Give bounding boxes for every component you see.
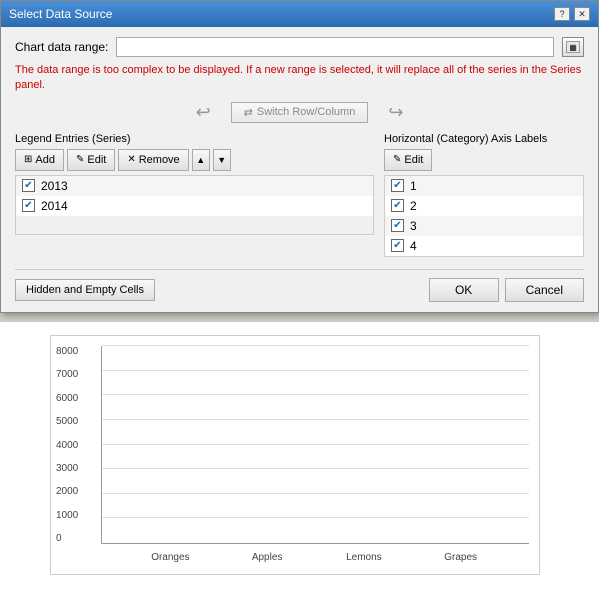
edit-icon: ✎ bbox=[76, 154, 84, 165]
series-checkbox-2014[interactable]: ✔ bbox=[22, 199, 35, 212]
axis-item-1[interactable]: ✔ 1 bbox=[385, 176, 583, 196]
y-label-2000: 2000 bbox=[56, 486, 78, 497]
series-label-2013: 2013 bbox=[41, 179, 68, 193]
edit-axis-button[interactable]: ✎ Edit bbox=[384, 149, 432, 171]
y-axis-labels: 0 1000 2000 3000 4000 5000 6000 7000 800… bbox=[56, 346, 78, 544]
axis-checkbox-2[interactable]: ✔ bbox=[391, 199, 404, 212]
x-label-lemons: Lemons bbox=[335, 552, 393, 563]
cancel-button[interactable]: Cancel bbox=[505, 278, 584, 302]
y-label-6000: 6000 bbox=[56, 393, 78, 404]
y-label-0: 0 bbox=[56, 533, 78, 544]
axis-checkbox-3[interactable]: ✔ bbox=[391, 219, 404, 232]
axis-label-2: 2 bbox=[410, 199, 417, 213]
y-label-8000: 8000 bbox=[56, 346, 78, 357]
series-area: Legend Entries (Series) ⊞ Add ✎ Edit ✕ R… bbox=[15, 133, 584, 257]
y-label-4000: 4000 bbox=[56, 440, 78, 451]
legend-panel-toolbar: ⊞ Add ✎ Edit ✕ Remove ▲ ▼ bbox=[15, 149, 374, 171]
chart-data-range-row: Chart data range: ▦ bbox=[15, 37, 584, 57]
ok-button[interactable]: OK bbox=[429, 278, 499, 302]
edit-axis-icon: ✎ bbox=[393, 154, 401, 165]
move-up-button[interactable]: ▲ bbox=[192, 149, 210, 171]
dialog-footer: Hidden and Empty Cells OK Cancel bbox=[15, 269, 584, 302]
axis-item-2[interactable]: ✔ 2 bbox=[385, 196, 583, 216]
axis-item-3[interactable]: ✔ 3 bbox=[385, 216, 583, 236]
switch-icon: ⇄ bbox=[244, 106, 253, 119]
bar-groups bbox=[102, 346, 529, 543]
select-data-source-dialog: Select Data Source ? ✕ Chart data range:… bbox=[0, 0, 599, 313]
axis-panel: Horizontal (Category) Axis Labels ✎ Edit… bbox=[384, 133, 584, 257]
add-series-button[interactable]: ⊞ Add bbox=[15, 149, 64, 171]
series-checkbox-2013[interactable]: ✔ bbox=[22, 179, 35, 192]
range-select-button[interactable]: ▦ bbox=[562, 37, 584, 57]
warning-text: The data range is too complex to be disp… bbox=[15, 63, 584, 94]
chart-data-range-input[interactable] bbox=[116, 37, 554, 57]
remove-icon: ✕ bbox=[127, 154, 135, 165]
dialog-body: Chart data range: ▦ The data range is to… bbox=[1, 27, 598, 312]
close-button[interactable]: ✕ bbox=[574, 7, 590, 21]
series-item-2014[interactable]: ✔ 2014 bbox=[16, 196, 373, 216]
arrow-left-icon: ↩ bbox=[196, 102, 211, 123]
axis-list: ✔ 1 ✔ 2 ✔ 3 ✔ 4 bbox=[384, 175, 584, 257]
x-label-grapes: Grapes bbox=[432, 552, 490, 563]
dialog-titlebar: Select Data Source ? ✕ bbox=[1, 1, 598, 27]
move-down-button[interactable]: ▼ bbox=[213, 149, 231, 171]
legend-panel-header: Legend Entries (Series) bbox=[15, 133, 374, 149]
axis-label-1: 1 bbox=[410, 179, 417, 193]
ok-cancel-buttons: OK Cancel bbox=[429, 278, 584, 302]
range-icon: ▦ bbox=[566, 41, 580, 53]
add-icon: ⊞ bbox=[24, 154, 32, 165]
series-label-2014: 2014 bbox=[41, 199, 68, 213]
axis-checkbox-1[interactable]: ✔ bbox=[391, 179, 404, 192]
x-axis-labels: Oranges Apples Lemons Grapes bbox=[102, 552, 529, 563]
y-label-3000: 3000 bbox=[56, 463, 78, 474]
edit-series-button[interactable]: ✎ Edit bbox=[67, 149, 115, 171]
axis-checkbox-4[interactable]: ✔ bbox=[391, 239, 404, 252]
chart-data-range-label: Chart data range: bbox=[15, 40, 108, 54]
help-button[interactable]: ? bbox=[554, 7, 570, 21]
switch-row: ↩ ⇄ Switch Row/Column ↪ bbox=[15, 102, 584, 123]
axis-panel-toolbar: ✎ Edit bbox=[384, 149, 584, 171]
dialog-title: Select Data Source bbox=[9, 7, 112, 21]
axis-panel-header: Horizontal (Category) Axis Labels bbox=[384, 133, 584, 149]
series-list: ✔ 2013 ✔ 2014 bbox=[15, 175, 374, 235]
x-label-oranges: Oranges bbox=[141, 552, 199, 563]
axis-item-4[interactable]: ✔ 4 bbox=[385, 236, 583, 256]
chart-area: 0 1000 2000 3000 4000 5000 6000 7000 800… bbox=[101, 346, 529, 544]
chart-container: 0 1000 2000 3000 4000 5000 6000 7000 800… bbox=[50, 335, 540, 575]
axis-label-4: 4 bbox=[410, 239, 417, 253]
arrow-right-icon: ↪ bbox=[388, 102, 403, 123]
legend-panel: Legend Entries (Series) ⊞ Add ✎ Edit ✕ R… bbox=[15, 133, 374, 257]
chart-bars-area: Oranges Apples Lemons Grapes bbox=[101, 346, 529, 544]
remove-series-button[interactable]: ✕ Remove bbox=[118, 149, 188, 171]
x-label-apples: Apples bbox=[238, 552, 296, 563]
hidden-empty-cells-button[interactable]: Hidden and Empty Cells bbox=[15, 279, 155, 301]
y-label-7000: 7000 bbox=[56, 369, 78, 380]
titlebar-buttons: ? ✕ bbox=[554, 7, 590, 21]
y-label-5000: 5000 bbox=[56, 416, 78, 427]
y-label-1000: 1000 bbox=[56, 510, 78, 521]
axis-label-3: 3 bbox=[410, 219, 417, 233]
switch-row-column-button[interactable]: ⇄ Switch Row/Column bbox=[231, 102, 369, 123]
series-item-2013[interactable]: ✔ 2013 bbox=[16, 176, 373, 196]
